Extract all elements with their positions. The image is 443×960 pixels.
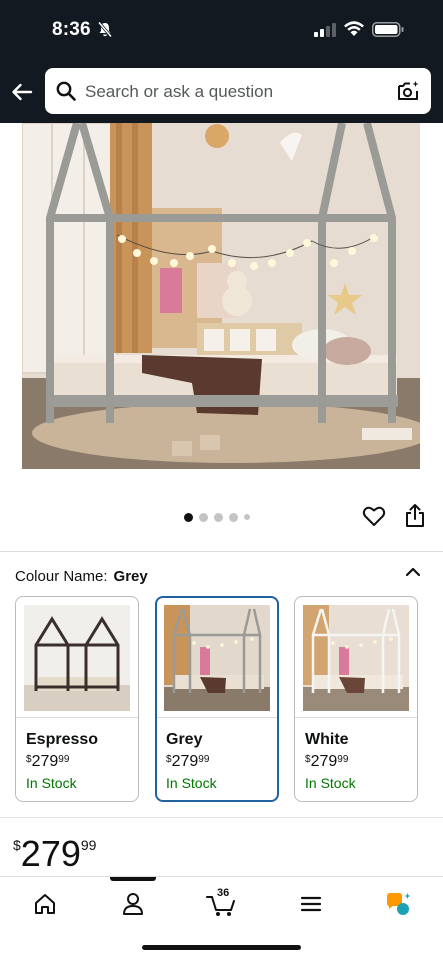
product-price: $27999 [13,833,96,875]
section-divider [0,817,443,818]
wifi-icon [344,21,364,36]
search-icon [56,81,76,101]
colour-heading: Colour Name: Grey [15,568,148,585]
swatch-image [303,605,409,711]
section-divider [0,551,443,552]
chevron-up-icon[interactable] [405,566,421,578]
search-placeholder: Search or ask a question [85,82,274,101]
pagination-dot[interactable] [244,514,250,520]
colour-label: Colour Name: [15,568,108,585]
colour-option-grey[interactable]: Grey $27999 In Stock [155,596,279,802]
colour-option-espresso[interactable]: Espresso $27999 In Stock [15,596,139,802]
colour-option-white[interactable]: White $27999 In Stock [294,596,418,802]
swatch-divider [157,717,277,718]
pagination-dot[interactable] [184,512,193,522]
price-whole: 279 [20,833,81,874]
swatch-stock-status: In Stock [26,775,77,791]
swatch-price: $27999 [26,753,70,770]
swatch-name: White [305,731,349,748]
header-bar: 8:36 Search or ask a question [0,0,443,123]
swatch-name: Espresso [26,731,99,748]
heart-icon[interactable] [362,504,386,528]
image-pagination[interactable] [184,512,250,522]
status-time: 8:36 [52,19,91,40]
pagination-dot[interactable] [199,512,208,522]
search-input[interactable]: Search or ask a question [45,68,431,114]
swatch-name: Grey [166,731,203,748]
home-icon[interactable] [31,890,59,918]
active-tab-indicator [110,877,156,881]
battery-icon [372,22,404,37]
product-image[interactable] [22,123,420,469]
swatch-divider [16,717,138,718]
swatch-price: $27999 [305,753,349,770]
price-currency: $ [13,837,21,853]
colour-selected-value: Grey [113,568,148,585]
pagination-dot[interactable] [214,512,223,522]
cart-icon[interactable] [205,890,239,918]
swatch-stock-status: In Stock [166,775,217,791]
menu-icon[interactable] [297,890,325,918]
bell-muted-icon [97,21,113,38]
cellular-signal-icon [314,23,336,37]
swatch-divider [295,717,417,718]
swatch-image [24,605,130,711]
pagination-dot[interactable] [229,512,238,522]
swatch-price: $27999 [166,753,210,770]
share-icon[interactable] [404,503,426,528]
back-arrow-icon[interactable] [10,80,34,104]
home-indicator[interactable] [142,945,301,950]
swatch-image [164,605,270,711]
swatch-stock-status: In Stock [305,775,356,791]
house-bed-photo [22,123,420,469]
account-icon[interactable] [119,890,147,918]
camera-search-icon[interactable] [396,79,420,103]
price-fraction: 99 [80,837,97,853]
rufus-assistant-icon[interactable] [384,890,412,918]
